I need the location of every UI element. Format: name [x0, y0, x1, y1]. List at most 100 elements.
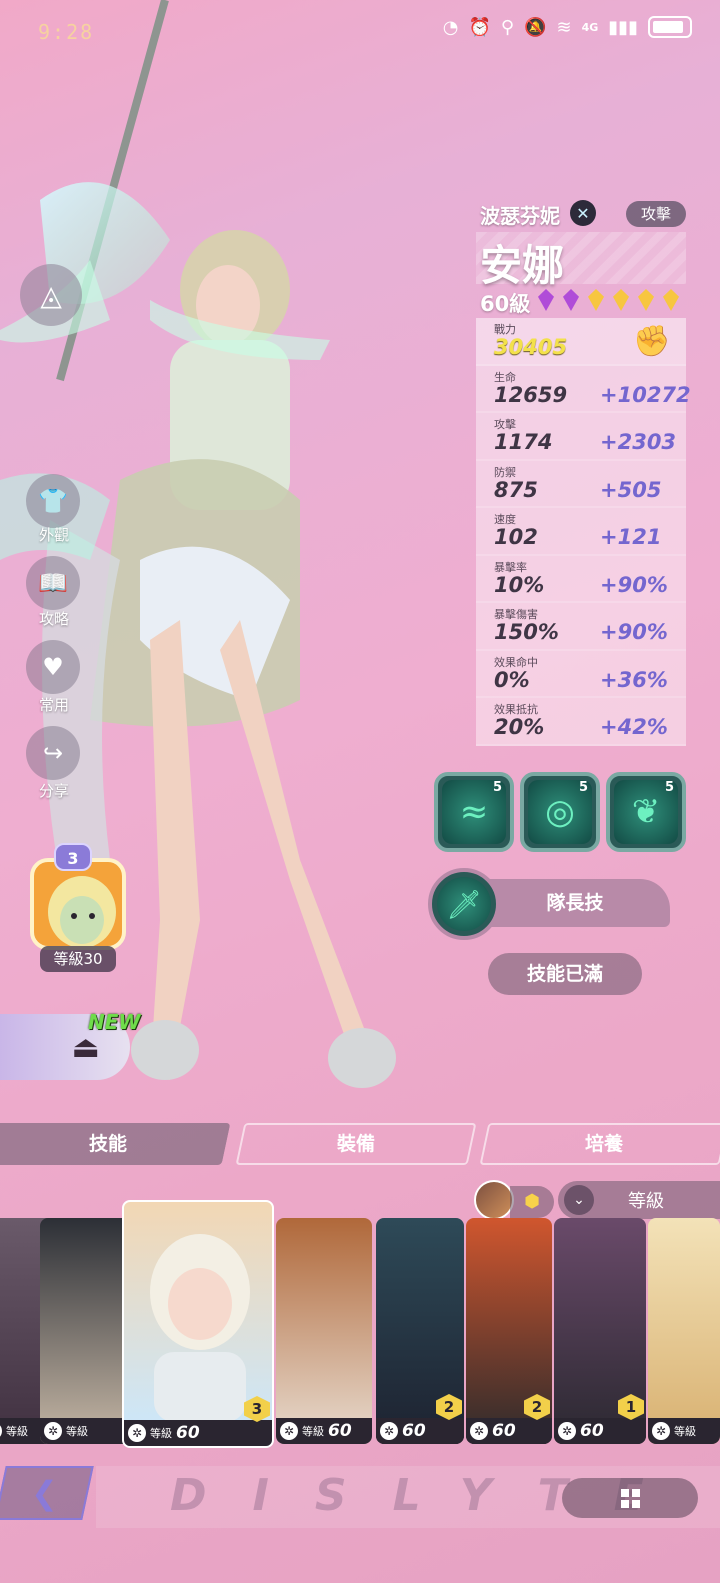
skill-level: 5	[578, 780, 588, 795]
pet-level: 等級30	[40, 946, 116, 972]
grid-icon	[620, 1488, 640, 1508]
card-level-label: 等級	[6, 1425, 28, 1438]
purple-gem-icon	[538, 289, 554, 311]
skill-level: 5	[492, 780, 502, 795]
hero-level: 60級	[480, 292, 531, 316]
skills-maxed-button[interactable]: 技能已滿	[488, 953, 642, 995]
wheel-icon: ✲	[128, 1424, 146, 1442]
roster-card[interactable]: ✲ 60 2	[376, 1218, 464, 1444]
roster-card[interactable]: ✲ 60 1	[554, 1218, 646, 1444]
purple-gem-icon	[563, 289, 579, 311]
tab-label: 技能	[88, 1133, 127, 1155]
pet-face	[48, 876, 116, 946]
status-icons: ◔ ⏰ ⚲ 🔕 ≋ 4G ▮▮▮	[443, 16, 692, 38]
stat-spd: 速度 102 +121	[476, 508, 686, 556]
stat-crit-rate: 暴擊率 10% +90%	[476, 555, 686, 603]
card-rank-badge: 1	[618, 1394, 644, 1420]
gold-gem-icon	[638, 289, 654, 311]
shirt-icon: 👕	[38, 487, 68, 515]
heart-icon: ♥	[42, 653, 64, 681]
new-tag: NEW	[88, 1010, 141, 1034]
element-x-icon: ✕	[570, 200, 596, 226]
stat-value: 0%	[494, 667, 530, 692]
favorite-button[interactable]: ♥	[26, 640, 80, 694]
stat-value: 1174	[494, 430, 553, 454]
star-gems	[538, 289, 679, 311]
stat-power[interactable]: 戰力 30405 ✊	[476, 318, 686, 366]
stat-resistance: 效果抵抗 20% +42%	[476, 698, 686, 746]
artifact-button[interactable]: ◬	[20, 264, 82, 326]
vines-icon: ❦	[631, 792, 661, 832]
stat-value: 102	[494, 525, 538, 549]
triangle-icon: ◬	[40, 278, 62, 312]
card-level-label: 等級	[150, 1427, 172, 1440]
gold-gem-icon	[613, 289, 629, 311]
stat-value: 150%	[494, 620, 559, 644]
stat-crit-dmg: 暴擊傷害 150% +90%	[476, 603, 686, 651]
stat-bonus: +36%	[600, 667, 668, 692]
guide-label: 攻略	[38, 610, 69, 628]
alarm-icon: ⏰	[468, 16, 491, 38]
chevron-left-icon: ❮	[30, 1474, 58, 1512]
stat-bonus: +42%	[600, 715, 668, 739]
back-button[interactable]: ❮	[0, 1466, 94, 1520]
mute-icon: 🔕	[524, 16, 547, 38]
leader-skill-label: 隊長技	[546, 892, 604, 914]
skill-level: 5	[664, 780, 674, 795]
roster-card-selected[interactable]: ✲ 等級 60 3	[122, 1200, 274, 1448]
hero-role-tag: 攻擊	[626, 201, 686, 227]
appearance-button[interactable]: 👕	[26, 474, 80, 528]
stats-panel: 戰力 30405 ✊ 生命 12659 +10272 攻擊 1174 +2303…	[476, 318, 691, 746]
card-level: 60	[402, 1421, 426, 1441]
wheel-icon: ✲	[558, 1422, 576, 1440]
hero-roster: ✲等級 ✲等級 ✲等級60 3 ✲等級60 ✲60 2 ✲60 2 ✲60 1 …	[0, 1200, 720, 1450]
stat-atk: 攻擊 1174 +2303	[476, 413, 686, 461]
stat-value: 12659	[494, 382, 568, 407]
wheel-icon: ✲	[470, 1422, 488, 1440]
skill-1-button[interactable]: ≈ 5	[434, 772, 514, 852]
tab-cultivate[interactable]: 培養	[479, 1123, 720, 1165]
skill-2-button[interactable]: ◎ 5	[520, 772, 600, 852]
card-level: 60	[580, 1421, 604, 1441]
hero-faction: 波瑟芬妮	[480, 204, 560, 228]
stat-value: 10%	[494, 572, 545, 597]
stat-value: 875	[494, 477, 538, 502]
wheel-icon: ✲	[380, 1422, 398, 1440]
stat-value: 30405	[494, 335, 568, 359]
share-button[interactable]: ↪	[26, 726, 80, 780]
battery-icon	[648, 16, 692, 38]
guide-button[interactable]: 📖	[26, 556, 80, 610]
location-icon: ⚲	[500, 16, 515, 38]
tab-equipment[interactable]: 裝備	[235, 1123, 477, 1165]
vortex-icon: ◎	[545, 792, 575, 832]
tab-skills[interactable]: 技能	[0, 1123, 231, 1165]
favorite-label: 常用	[38, 696, 69, 714]
pet-portrait[interactable]	[30, 858, 126, 950]
stat-value: 20%	[494, 715, 545, 739]
pet-rank-badge: 3	[54, 843, 92, 871]
leader-skill-button[interactable]: 🗡	[428, 868, 500, 940]
roster-card[interactable]: ✲ 60 2	[466, 1218, 552, 1444]
tab-label: 培養	[584, 1133, 623, 1155]
book-icon: 📖	[38, 569, 68, 597]
gold-gem-icon	[663, 289, 679, 311]
sword-icon: 🗡	[446, 887, 482, 921]
wheel-icon: ✲	[0, 1422, 2, 1440]
stat-accuracy: 效果命中 0% +36%	[476, 650, 686, 698]
card-level-label: 等級	[66, 1425, 88, 1438]
roster-card[interactable]: ✲ 等級	[648, 1218, 720, 1444]
wheel-icon: ✲	[280, 1422, 298, 1440]
stat-bonus: +121	[600, 525, 662, 549]
card-rank-badge: 2	[524, 1394, 550, 1420]
card-level: 60	[492, 1421, 516, 1441]
skill-3-button[interactable]: ❦ 5	[606, 772, 686, 852]
gold-gem-icon	[588, 289, 604, 311]
speedometer-icon: ◔	[442, 16, 459, 38]
card-rank-badge: 2	[436, 1394, 462, 1420]
wheel-icon: ✲	[652, 1422, 670, 1440]
hood-icon: ⏏	[71, 1029, 100, 1065]
grid-view-button[interactable]	[562, 1478, 698, 1518]
card-level: 60	[328, 1421, 352, 1441]
roster-card[interactable]: ✲ 等級 60	[276, 1218, 372, 1444]
stat-bonus: +2303	[600, 430, 677, 454]
